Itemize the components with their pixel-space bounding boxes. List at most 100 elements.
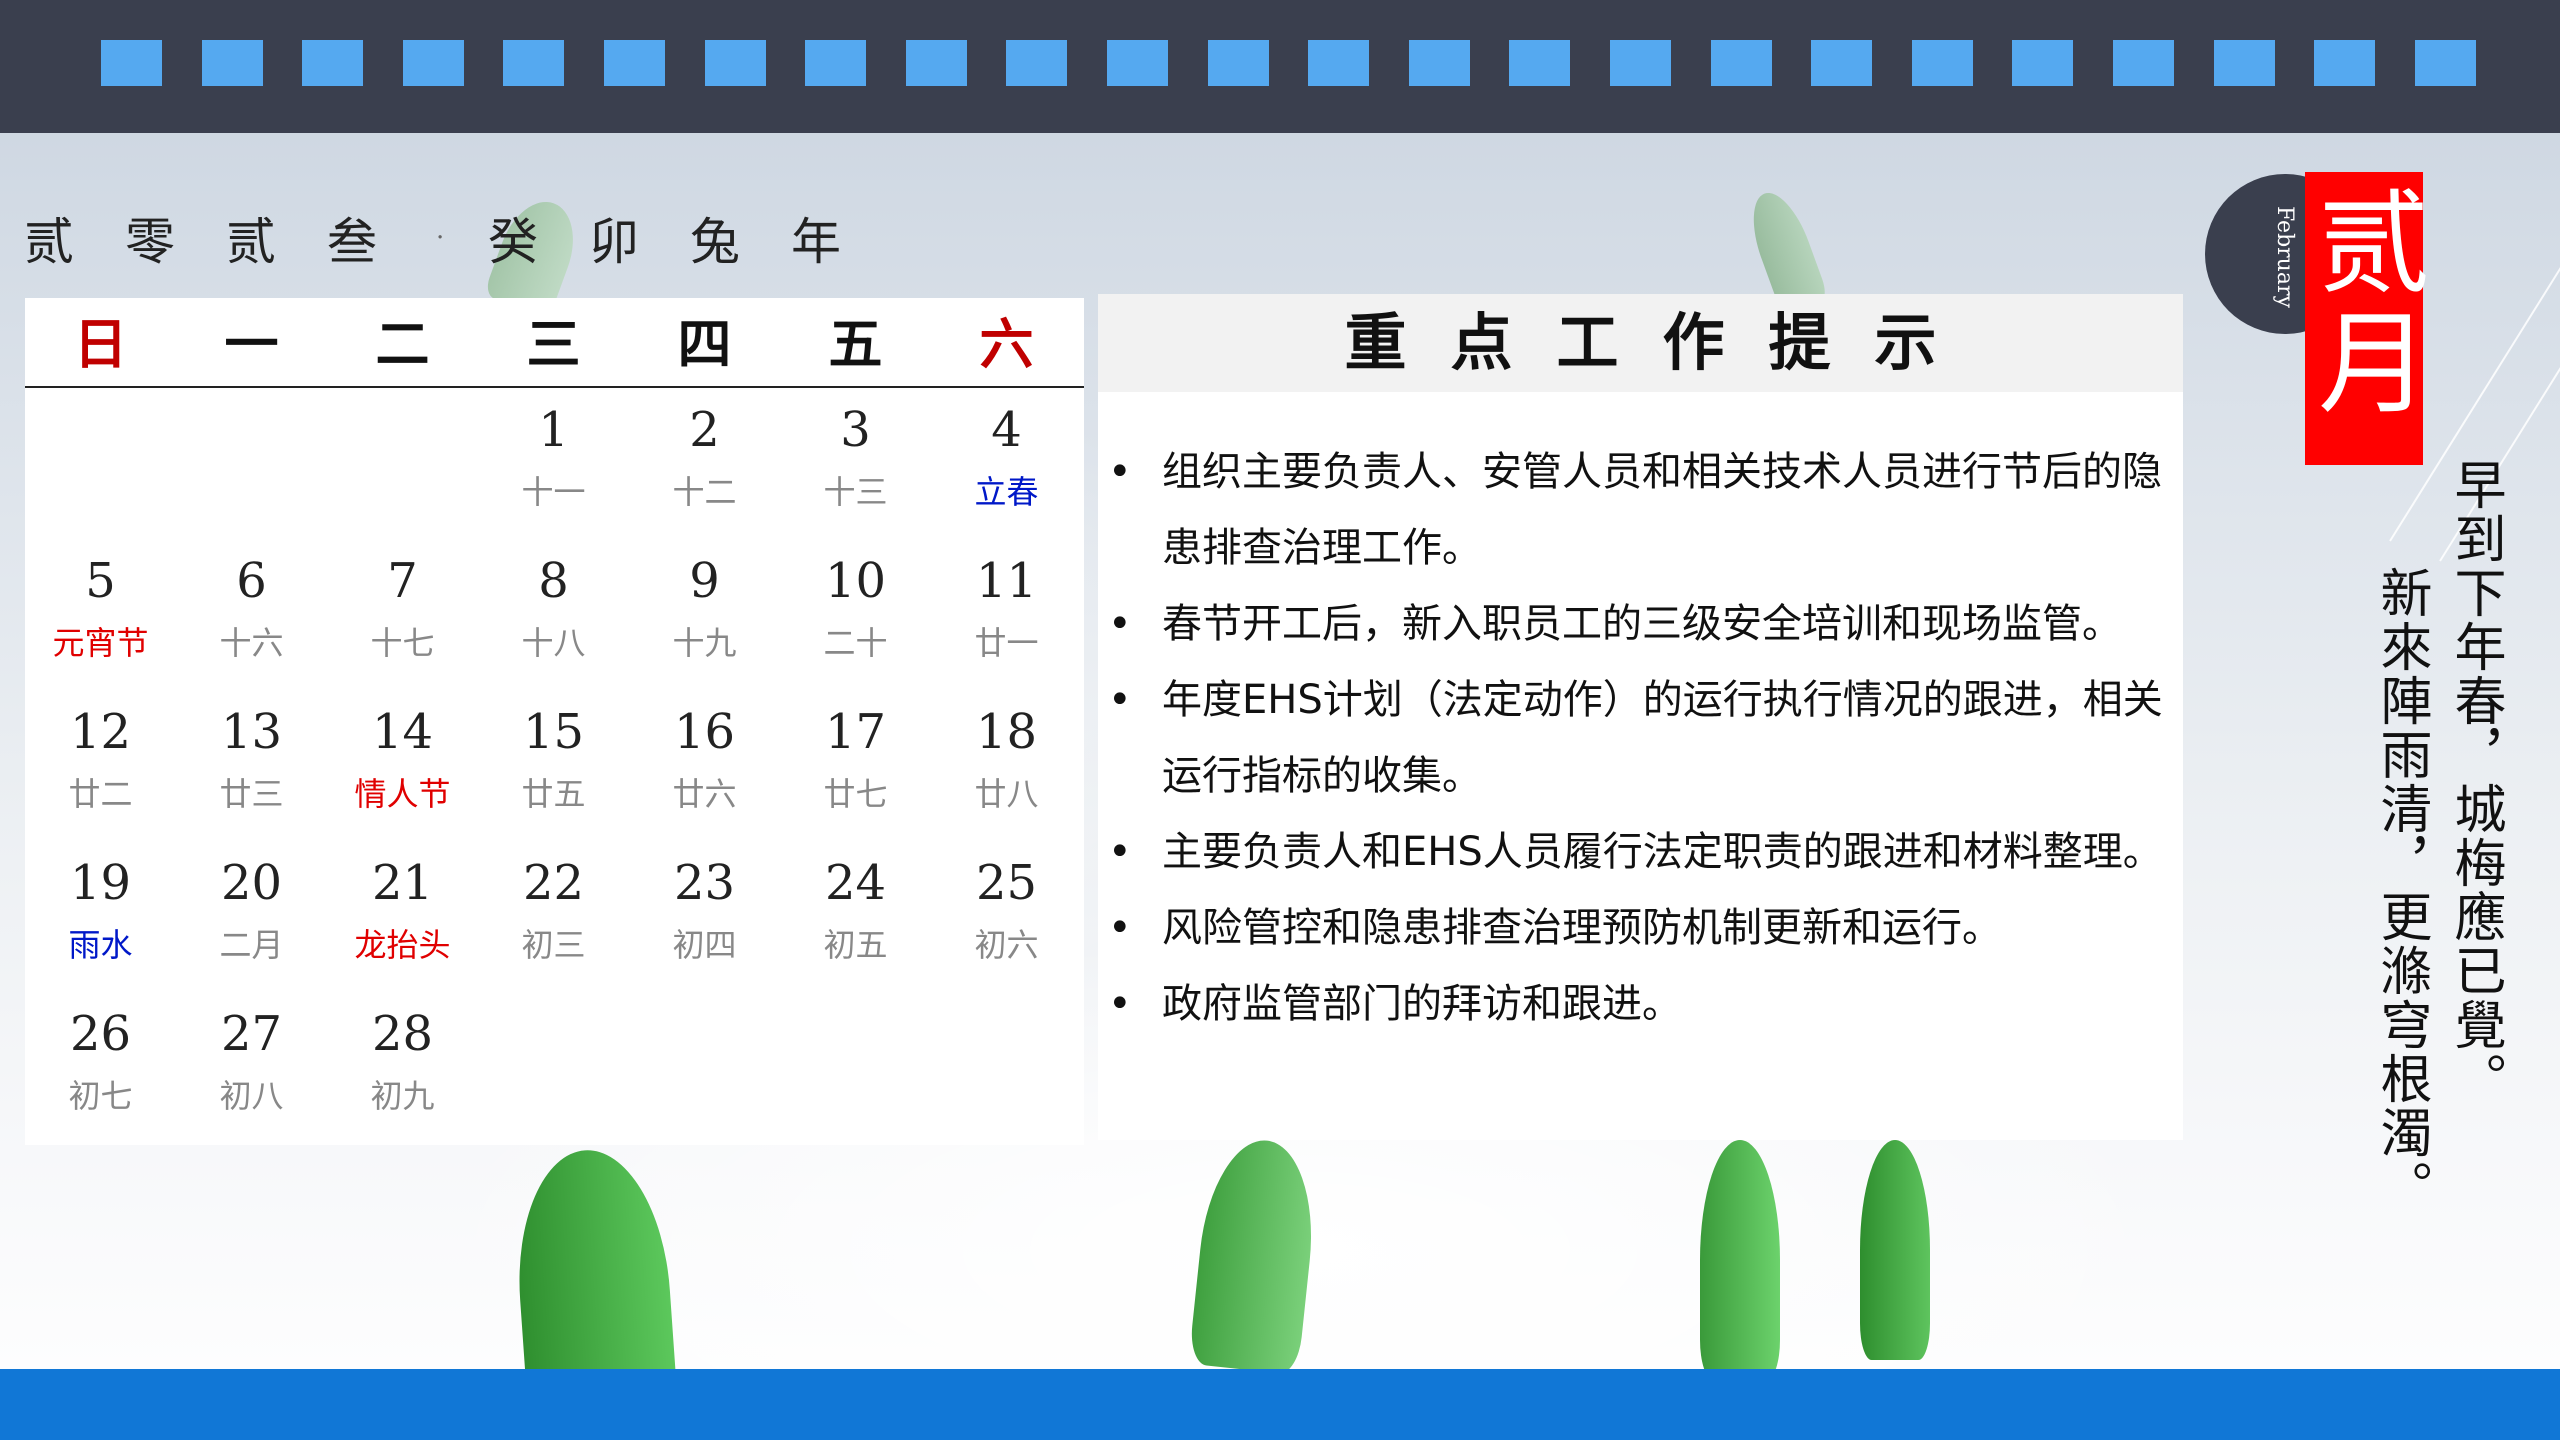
film-square [503,40,564,86]
day-number: 27 [220,1006,283,1062]
ganzhi-char: 癸 [488,213,538,271]
day-cell: 24 初五 [780,841,931,992]
film-square [403,40,464,86]
day-number: 28 [371,1006,434,1062]
lunar-date: 初四 [672,926,737,964]
day-cell: 8 十八 [478,539,629,690]
day-number: 16 [673,704,736,760]
day-number: 11 [975,553,1038,609]
film-square [1308,40,1369,86]
year-char: 贰 [226,213,276,271]
day-cell: 14 情人节 [327,690,478,841]
film-square [1912,40,1973,86]
day-cell: 13 廿三 [176,690,327,841]
lunar-date: 初九 [370,1077,435,1115]
lunar-date: 初八 [219,1077,284,1115]
month-chinese-box: 贰月 [2299,172,2429,465]
tips-header: 重点工作提示 [1098,294,2183,392]
poem-line-1: 早到下年春，城梅應已覺。 [2445,458,2505,1106]
film-square [2113,40,2174,86]
year-line: 贰 零 贰 叁 · 癸 卯 兔 年 [24,208,892,271]
list-item: • 主要负责人和EHS人员履行法定职责的跟进和材料整理。 [1098,814,2183,890]
day-cell: 11 廿一 [931,539,1082,690]
lunar-date: 情人节 [354,775,451,813]
lunar-date: 十三 [823,473,888,511]
film-square [2415,40,2476,86]
ganzhi-char: 卯 [589,213,639,271]
day-number: 1 [538,402,569,458]
bottom-bar [0,1369,2560,1440]
calendar-grid: 1 十一 2 十二 3 十三 4 立春 5 元宵节 6 十六 7 十七 8 十八 9 十九 10 二十 11 廿一 12 廿二… [25,388,1084,1145]
day-cell: 19 雨水 [25,841,176,992]
day-cell: 16 廿六 [629,690,780,841]
tip-text: 春节开工后，新入职员工的三级安全培训和现场监管。 [1162,601,2122,647]
month-calendar: 日 一 二 三 四 五 六 1 十一 2 十二 3 十三 4 立春 5 元宵节 6 十六 7 十七 8 十八 9… [25,298,1084,1145]
day-cell: 4 立春 [931,388,1082,539]
list-item: • 组织主要负责人、安管人员和相关技术人员进行节后的隐患排查治理工作。 [1098,434,2183,586]
day-number: 9 [689,553,720,609]
sprout-decoration [1700,1140,1780,1380]
day-cell: 17 廿七 [780,690,931,841]
day-number: 24 [824,855,887,911]
day-number: 26 [69,1006,132,1062]
ganzhi-char: 年 [791,213,841,271]
day-cell: 1 十一 [478,388,629,539]
day-cell: 20 二月 [176,841,327,992]
day-number: 10 [824,553,887,609]
lunar-date: 廿三 [219,775,284,813]
day-cell: 9 十九 [629,539,780,690]
poem-line-2: 新來陣雨清，更滌穹根濁。 [2371,566,2431,1214]
day-number: 18 [975,704,1038,760]
lunar-date: 廿六 [672,775,737,813]
lunar-date: 初六 [974,926,1039,964]
day-number: 4 [991,402,1022,458]
day-number: 19 [69,855,132,911]
film-strip [101,40,2481,86]
film-square [805,40,866,86]
tips-list: • 组织主要负责人、安管人员和相关技术人员进行节后的隐患排查治理工作。 • 春节开工… [1098,434,2183,1042]
film-square [2012,40,2073,86]
day-cell: 28 初九 [327,992,478,1143]
day-number: 21 [371,855,434,911]
day-cell: 22 初三 [478,841,629,992]
day-cell: 10 二十 [780,539,931,690]
film-square [1811,40,1872,86]
lunar-date: 立春 [974,473,1039,511]
tips-title: 重点工作提示 [1344,306,1981,379]
lunar-date: 龙抬头 [354,926,451,964]
sprout-decoration [1860,1140,1930,1360]
day-number: 7 [387,553,418,609]
year-separator: · [436,223,445,253]
tip-text: 政府监管部门的拜访和跟进。 [1162,981,1682,1027]
film-square [705,40,766,86]
day-number: 25 [975,855,1038,911]
weekday-sat: 六 [979,313,1034,376]
day-number: 3 [840,402,871,458]
film-square [1711,40,1772,86]
lunar-date: 初三 [521,926,586,964]
bullet: • [1108,905,1132,951]
weekday-header: 日 一 二 三 四 五 六 [25,298,1084,388]
bullet: • [1108,981,1132,1027]
ganzhi-char: 兔 [690,213,740,271]
day-number: 12 [69,704,132,760]
tip-text: 年度EHS计划（法定动作）的运行执行情况的跟进，相关运行指标的收集。 [1162,677,2163,799]
day-cell: 21 龙抬头 [327,841,478,992]
day-cell: 12 廿二 [25,690,176,841]
lunar-date: 二十 [823,624,888,662]
bullet: • [1108,829,1132,875]
bullet: • [1108,677,1132,723]
lunar-date: 廿八 [974,775,1039,813]
film-square [202,40,263,86]
year-char: 叁 [327,213,377,271]
day-cell: 25 初六 [931,841,1082,992]
day-cell: 18 廿八 [931,690,1082,841]
day-number: 14 [371,704,434,760]
day-cell: 23 初四 [629,841,780,992]
work-tips-panel: 重点工作提示 • 组织主要负责人、安管人员和相关技术人员进行节后的隐患排查治理工作… [1098,294,2183,1140]
day-number: 22 [522,855,585,911]
lunar-date: 十一 [521,473,586,511]
film-square [2314,40,2375,86]
bullet: • [1108,449,1132,495]
list-item: • 政府监管部门的拜访和跟进。 [1098,966,2183,1042]
